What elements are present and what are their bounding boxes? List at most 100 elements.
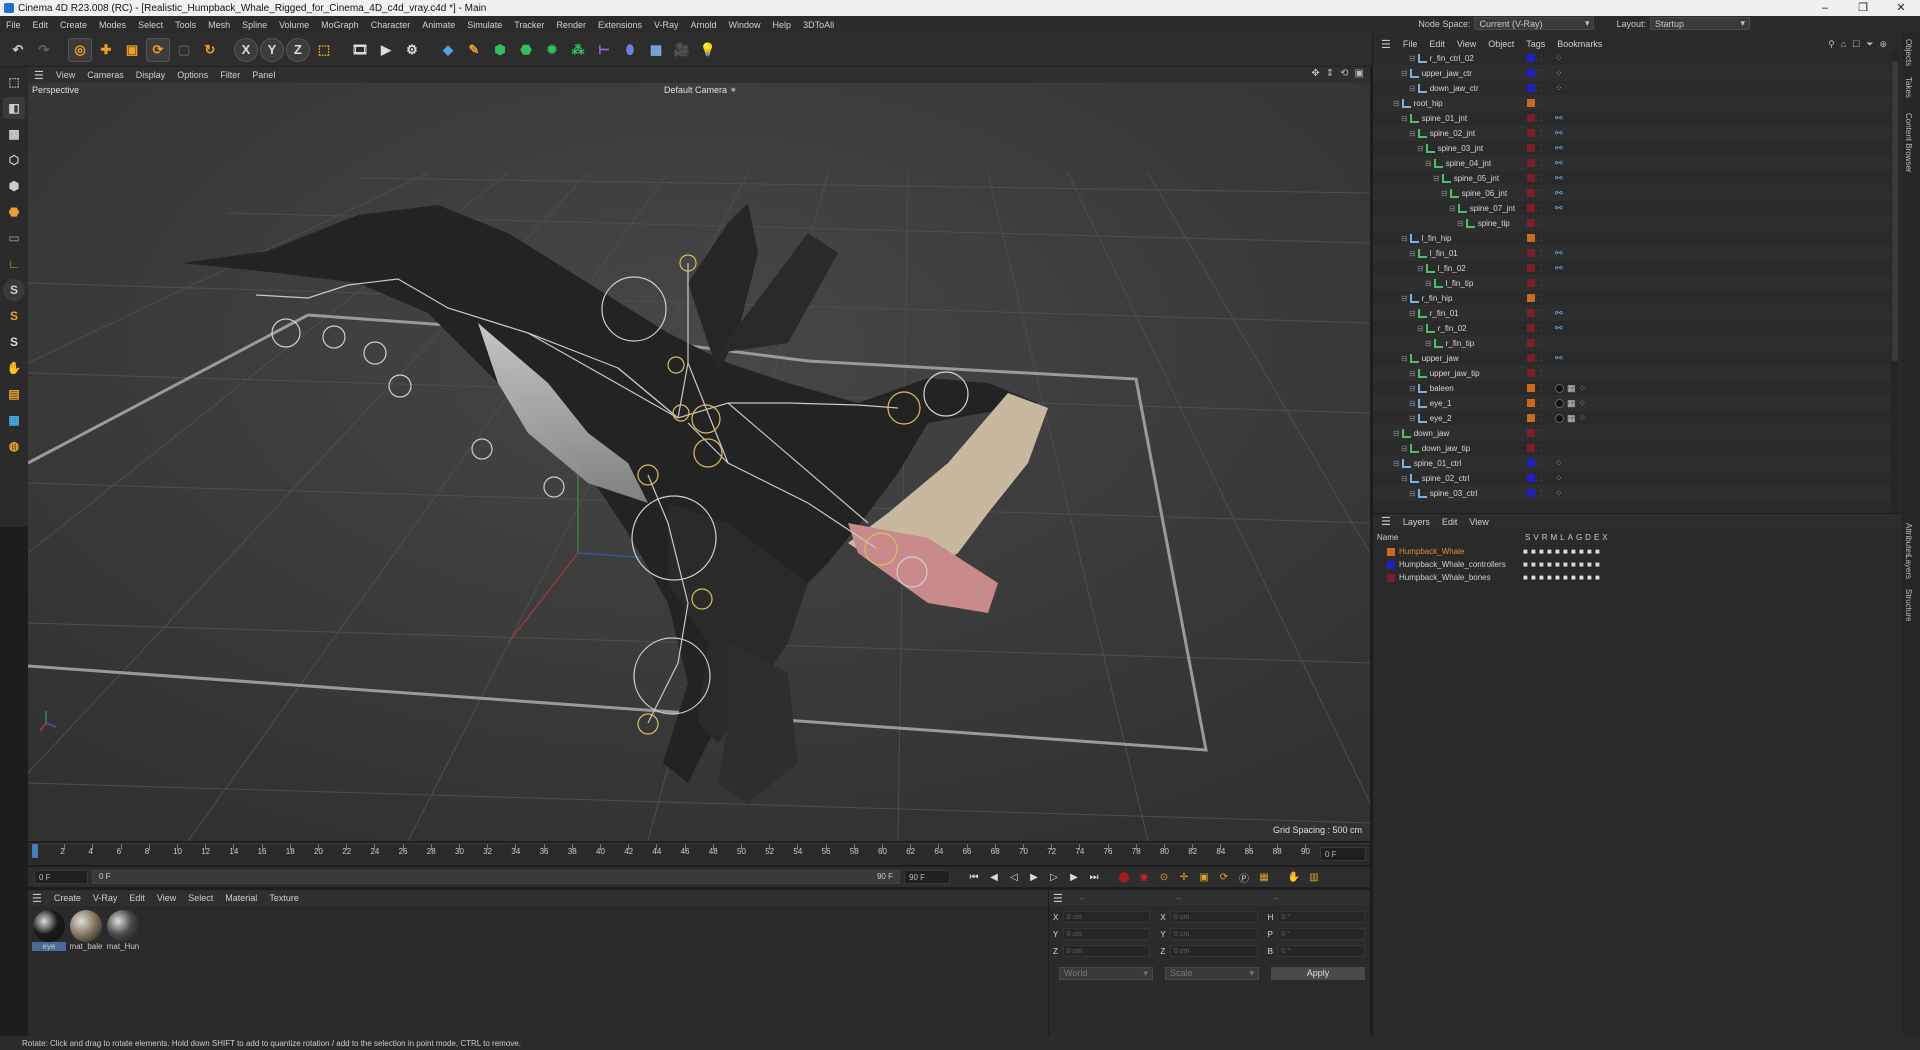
visibility-dots-icon[interactable]: ⁚	[1540, 428, 1543, 439]
visibility-dots-icon[interactable]: ⁚	[1540, 338, 1543, 349]
object-row[interactable]: ⊟ spine_02_jnt ⁚ ⚯	[1373, 126, 1891, 141]
manager-icon[interactable]: ■	[1547, 573, 1552, 582]
lock-icon[interactable]: ■	[1555, 573, 1560, 582]
menu-extensions[interactable]: Extensions	[592, 20, 648, 30]
visibility-dots-icon[interactable]: ⁚	[1540, 308, 1543, 319]
solo-icon[interactable]: ◍	[3, 435, 25, 457]
cube-primitive-icon[interactable]: ◆	[436, 38, 460, 62]
expand-toggle-icon[interactable]: ⊟	[1401, 69, 1408, 78]
uvw-tag-icon[interactable]: ⁘	[1579, 383, 1587, 394]
deformer-icon[interactable]: ■	[1579, 547, 1584, 556]
object-row[interactable]: ⊟ r_fin_02 ⁚ ⚯	[1373, 321, 1891, 336]
manager-icon[interactable]: ■	[1547, 560, 1552, 569]
layer-color-swatch[interactable]	[1527, 354, 1535, 362]
cloner-icon[interactable]: ✹	[540, 38, 564, 62]
floor-icon[interactable]: ▦	[644, 38, 668, 62]
ik-tag-icon[interactable]: ⚯	[1555, 203, 1563, 214]
polygons-mode-icon[interactable]: ⬣	[3, 201, 25, 223]
next-key-icon[interactable]: ▶	[1066, 869, 1082, 885]
expand-toggle-icon[interactable]: ⊟	[1401, 474, 1408, 483]
layer-color-swatch[interactable]	[1527, 189, 1535, 197]
expand-icon[interactable]: ⊕	[1879, 39, 1887, 50]
visibility-dots-icon[interactable]: ⁚	[1540, 203, 1543, 214]
object-menu-view[interactable]: View	[1451, 39, 1482, 49]
minimize-icon[interactable]: –	[1806, 0, 1844, 16]
toggle-view-icon[interactable]: ▣	[1355, 68, 1364, 79]
coord-field[interactable]: 0 cm	[1170, 928, 1258, 940]
coord-field[interactable]: 0 °	[1277, 945, 1365, 957]
maximize-icon[interactable]: ❐	[1844, 0, 1882, 16]
expand-toggle-icon[interactable]: ⊟	[1401, 234, 1408, 243]
generator-icon[interactable]: ■	[1571, 573, 1576, 582]
points-mode-icon[interactable]: ⬡	[3, 149, 25, 171]
key-position-icon[interactable]: ✛	[1176, 869, 1192, 885]
layer-color-swatch[interactable]	[1527, 99, 1535, 107]
hamburger-icon[interactable]: ☰	[32, 892, 42, 905]
side-tab-structure[interactable]: Structure	[1904, 589, 1913, 621]
expand-toggle-icon[interactable]: ⊟	[1425, 279, 1432, 288]
layer-color-swatch[interactable]	[1527, 159, 1535, 167]
home-icon[interactable]: ⌂	[1841, 39, 1846, 50]
layer-color-swatch[interactable]	[1527, 294, 1535, 302]
timeline-ruler[interactable]: 0246810121416182022242628303234363840424…	[28, 843, 1370, 865]
visibility-dots-icon[interactable]: ⁚	[1540, 83, 1543, 94]
expand-toggle-icon[interactable]: ⊟	[1409, 369, 1416, 378]
orbit-icon[interactable]: ⟲	[1340, 68, 1348, 79]
menu-render[interactable]: Render	[550, 20, 592, 30]
generator-icon[interactable]: ■	[1571, 560, 1576, 569]
expand-toggle-icon[interactable]: ⊟	[1409, 84, 1416, 93]
animation-icon[interactable]: ■	[1563, 560, 1568, 569]
y-axis-lock-icon[interactable]: Y	[260, 37, 284, 62]
side-tab-content-browser[interactable]: Content Browser	[1904, 113, 1913, 173]
material-menu-edit[interactable]: Edit	[123, 893, 151, 903]
layer-color-swatch[interactable]	[1527, 69, 1535, 77]
axis-mode-icon[interactable]: ∟	[3, 253, 25, 275]
object-row[interactable]: ⊟ r_fin_hip ⁚	[1373, 291, 1891, 306]
visibility-dots-icon[interactable]: ⁚	[1540, 263, 1543, 274]
constraint-tag-icon[interactable]: ⁘	[1555, 68, 1563, 79]
layout-dropdown[interactable]: Startup ▾	[1650, 17, 1750, 30]
xref-icon[interactable]: ■	[1595, 573, 1600, 582]
constraint-tag-icon[interactable]: ⁘	[1555, 53, 1563, 64]
visibility-dots-icon[interactable]: ⁚	[1540, 488, 1543, 499]
play-icon[interactable]: ▶	[1026, 869, 1042, 885]
uvw-tag-icon[interactable]: ⁘	[1579, 413, 1587, 424]
viewport-menu-filter[interactable]: Filter	[214, 70, 246, 80]
material-tag-icon[interactable]	[1555, 398, 1564, 408]
render-icon[interactable]: ■	[1539, 573, 1544, 582]
viewport-menu-display[interactable]: Display	[130, 70, 172, 80]
xref-icon[interactable]: ■	[1595, 547, 1600, 556]
layer-color-swatch[interactable]	[1527, 324, 1535, 332]
expand-toggle-icon[interactable]: ⊟	[1401, 444, 1408, 453]
material-menu-texture[interactable]: Texture	[263, 893, 305, 903]
animation-icon[interactable]: ■	[1563, 547, 1568, 556]
visibility-dots-icon[interactable]: ⁚	[1540, 248, 1543, 259]
layer-color-swatch[interactable]	[1527, 54, 1535, 62]
object-row[interactable]: ⊟ spine_07_jnt ⁚ ⚯	[1373, 201, 1891, 216]
render-icon[interactable]: ■	[1539, 547, 1544, 556]
key-pla-icon[interactable]: ▦	[1256, 869, 1272, 885]
menu-create[interactable]: Create	[54, 20, 93, 30]
key-rotation-icon[interactable]: ⟳	[1216, 869, 1232, 885]
layer-color-swatch[interactable]	[1527, 84, 1535, 92]
side-tab-objects[interactable]: Objects	[1904, 39, 1913, 66]
visibility-dots-icon[interactable]: ⁚	[1540, 98, 1543, 109]
visibility-dots-icon[interactable]: ⁚	[1540, 353, 1543, 364]
expand-toggle-icon[interactable]: ⊟	[1409, 54, 1416, 63]
expand-toggle-icon[interactable]: ⊟	[1401, 354, 1408, 363]
perspective-viewport[interactable]: Perspective Default Camera ⁕ Grid Spacin…	[28, 83, 1370, 841]
object-row[interactable]: ⊟ spine_01_jnt ⁚ ⚯	[1373, 111, 1891, 126]
key-selection-icon[interactable]: ⊙	[1156, 869, 1172, 885]
ik-tag-icon[interactable]: ⚯	[1555, 143, 1563, 154]
ik-tag-icon[interactable]: ⚯	[1555, 353, 1563, 364]
expand-toggle-icon[interactable]: ⊟	[1409, 129, 1416, 138]
expand-toggle-icon[interactable]: ⊟	[1409, 309, 1416, 318]
expand-toggle-icon[interactable]: ⊟	[1425, 159, 1432, 168]
previous-frame-icon[interactable]: ◁	[1006, 869, 1022, 885]
quantize-icon[interactable]: S	[3, 331, 25, 353]
expand-toggle-icon[interactable]: ⊟	[1409, 249, 1416, 258]
layer-color-swatch[interactable]	[1527, 204, 1535, 212]
object-row[interactable]: ⊟ spine_tip ⁚	[1373, 216, 1891, 231]
expand-toggle-icon[interactable]: ⊟	[1409, 399, 1416, 408]
hamburger-icon[interactable]: ☰	[1053, 892, 1063, 905]
